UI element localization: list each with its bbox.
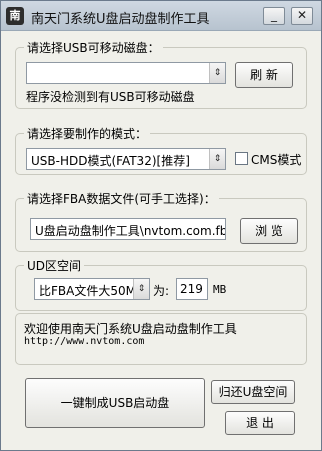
- chevron-updown-icon: ⇕: [133, 279, 149, 299]
- cms-mode-checkbox[interactable]: [235, 152, 248, 165]
- ud-as-label: 为:: [153, 284, 170, 298]
- info-panel: 欢迎使用南天门系统U盘启动盘制作工具 http://www.nvtom.com: [15, 313, 307, 365]
- usb-group-label: 请选择USB可移动磁盘：: [24, 39, 163, 56]
- app-icon: 南: [6, 7, 24, 25]
- ud-size-selected: 比FBA文件大50M: [39, 284, 136, 298]
- cms-mode-label: CMS模式: [251, 153, 302, 167]
- website-url: http://www.nvtom.com: [24, 336, 145, 347]
- fba-path-input[interactable]: U盘启动盘制作工具\nvtom.com.fba: [30, 218, 226, 240]
- make-usb-boot-button[interactable]: 一键制成USB启动盘: [25, 378, 205, 428]
- mode-selected: USB-HDD模式(FAT32)[推荐]: [31, 154, 190, 168]
- usb-disk-group: 请选择USB可移动磁盘： ⇕ 刷 新 程序没检测到有USB可移动磁盘: [15, 39, 307, 109]
- ud-space-group: UD区空间 比FBA文件大50M ⇕ 为: 219 MB: [15, 257, 307, 311]
- fba-group-label: 请选择FBA数据文件(可手工选择)：: [24, 190, 219, 207]
- browse-button[interactable]: 浏 览: [240, 218, 298, 244]
- title-bar[interactable]: 南 南天门系统U盘启动盘制作工具 _ ✕: [1, 1, 321, 31]
- refresh-button[interactable]: 刷 新: [235, 62, 293, 88]
- ud-size-select[interactable]: 比FBA文件大50M ⇕: [34, 278, 150, 300]
- exit-button[interactable]: 退 出: [225, 411, 295, 435]
- window-title: 南天门系统U盘启动盘制作工具: [31, 12, 210, 27]
- mode-group-label: 请选择要制作的模式：: [24, 125, 151, 142]
- mode-group: 请选择要制作的模式： USB-HDD模式(FAT32)[推荐] ⇕ CMS模式: [15, 125, 307, 175]
- welcome-text: 欢迎使用南天门系统U盘启动盘制作工具: [24, 322, 237, 336]
- ud-group-label: UD区空间: [24, 257, 85, 274]
- minimize-button[interactable]: _: [263, 7, 285, 25]
- chevron-updown-icon: ⇕: [209, 63, 225, 83]
- fba-file-group: 请选择FBA数据文件(可手工选择)： U盘启动盘制作工具\nvtom.com.f…: [15, 190, 307, 252]
- mode-select[interactable]: USB-HDD模式(FAT32)[推荐] ⇕: [26, 148, 226, 170]
- restore-usb-space-button[interactable]: 归还U盘空间: [211, 380, 295, 404]
- ud-size-input[interactable]: 219: [176, 278, 208, 300]
- chevron-updown-icon: ⇕: [209, 149, 225, 169]
- close-button[interactable]: ✕: [291, 7, 313, 25]
- usb-status-text: 程序没检测到有USB可移动磁盘: [26, 90, 195, 104]
- app-window: 南 南天门系统U盘启动盘制作工具 _ ✕ 请选择USB可移动磁盘： ⇕ 刷 新 …: [0, 0, 322, 451]
- usb-disk-select[interactable]: ⇕: [26, 62, 226, 84]
- ud-unit-label: MB: [213, 283, 227, 296]
